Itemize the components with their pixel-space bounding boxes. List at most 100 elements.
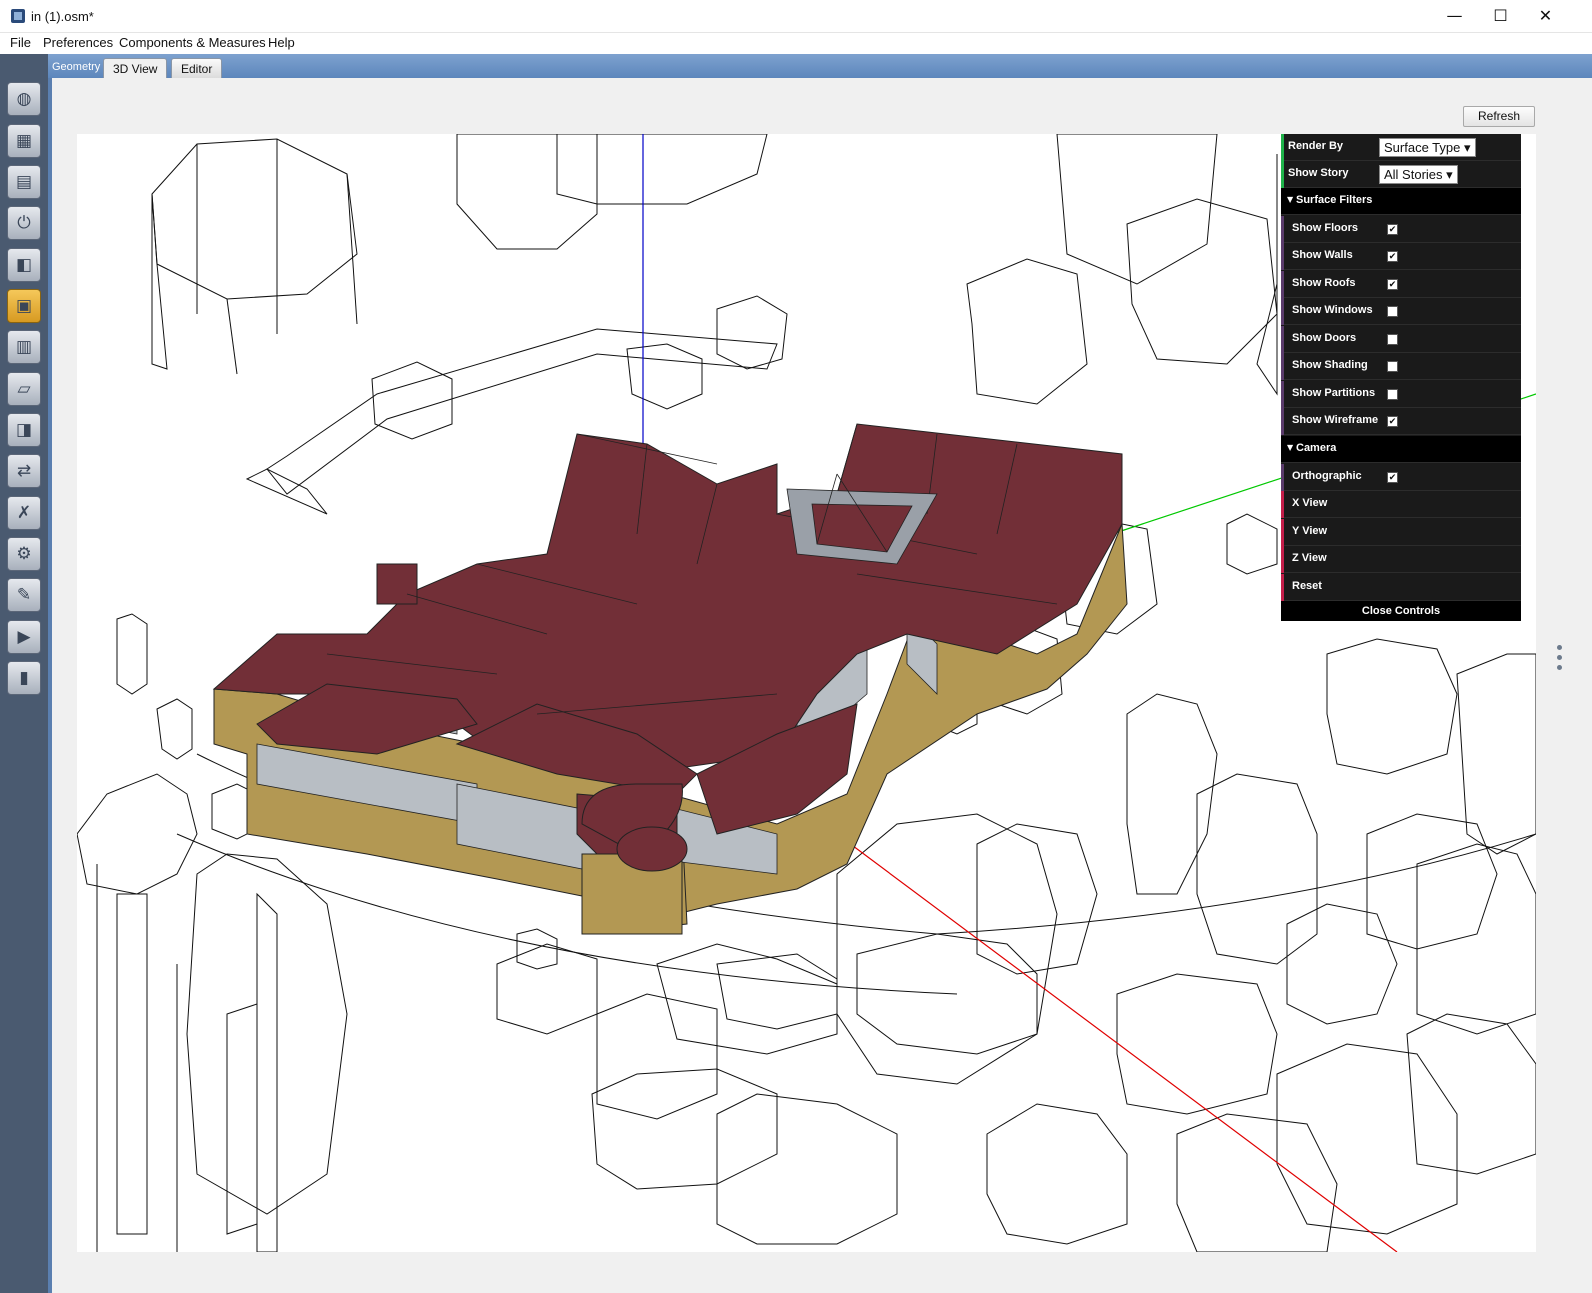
constructions-icon[interactable]: ▤ bbox=[7, 165, 41, 199]
show-story-value: All Stories bbox=[1384, 167, 1443, 182]
maximize-button[interactable]: ☐ bbox=[1478, 0, 1523, 32]
render-by-value: Surface Type bbox=[1384, 140, 1461, 155]
row-accent bbox=[1281, 491, 1284, 518]
left-toolbar: ◍ ▦ ▤ ⏻ ◧ ▣ ▥ ▱ ◨ ⇄ ✗ ⚙ ✎ ▶ ▮ bbox=[0, 54, 48, 1293]
render-by-select[interactable]: Surface Type ▾ bbox=[1379, 138, 1476, 157]
show-doors-checkbox[interactable] bbox=[1387, 334, 1398, 345]
app-window: in (1).osm* — ☐ ✕ File Preferences Compo… bbox=[0, 0, 1592, 1293]
row-accent bbox=[1281, 574, 1284, 601]
surface-filters-folder[interactable]: ▼ Surface Filters bbox=[1281, 188, 1521, 215]
openstudio-app-icon bbox=[11, 9, 25, 23]
space-types-icon[interactable]: ◧ bbox=[7, 248, 41, 282]
caret-down-icon: ▼ bbox=[1287, 195, 1294, 204]
x-view-label: X View bbox=[1292, 497, 1328, 509]
show-story-select[interactable]: All Stories ▾ bbox=[1379, 165, 1458, 184]
reset-label: Reset bbox=[1292, 580, 1322, 592]
orthographic-row[interactable]: Orthographic ✔ bbox=[1281, 464, 1521, 491]
dropdown-arrow-icon: ▾ bbox=[1446, 167, 1453, 182]
z-view-label: Z View bbox=[1292, 552, 1327, 564]
results-icon[interactable]: ▮ bbox=[7, 661, 41, 695]
variables-icon[interactable]: ✗ bbox=[7, 496, 41, 530]
filter-row-roofs[interactable]: Show Roofs ✔ bbox=[1281, 271, 1521, 298]
filter-label: Show Shading bbox=[1292, 359, 1368, 371]
filter-row-floors[interactable]: Show Floors ✔ bbox=[1281, 216, 1521, 243]
x-view-button[interactable]: X View bbox=[1281, 491, 1521, 518]
render-by-row: Render By Surface Type ▾ bbox=[1281, 134, 1521, 161]
z-view-button[interactable]: Z View bbox=[1281, 546, 1521, 573]
surface-filters-title: Surface Filters bbox=[1296, 194, 1373, 206]
title-bar: in (1).osm* — ☐ ✕ bbox=[0, 0, 1592, 33]
tab-strip: Geometry 3D View Editor bbox=[48, 54, 1592, 78]
splitter-handle[interactable] bbox=[1557, 645, 1563, 679]
menu-preferences[interactable]: Preferences bbox=[43, 35, 113, 50]
show-story-row: Show Story All Stories ▾ bbox=[1281, 161, 1521, 188]
filter-label: Show Doors bbox=[1292, 332, 1357, 344]
filter-row-doors[interactable]: Show Doors bbox=[1281, 326, 1521, 353]
camera-folder[interactable]: ▼ Camera bbox=[1281, 436, 1521, 463]
filter-label: Show Roofs bbox=[1292, 277, 1356, 289]
filter-label: Show Partitions bbox=[1292, 387, 1376, 399]
row-accent bbox=[1281, 243, 1284, 270]
show-windows-checkbox[interactable] bbox=[1387, 306, 1398, 317]
row-accent bbox=[1281, 298, 1284, 325]
spaces-icon[interactable]: ▱ bbox=[7, 372, 41, 406]
row-accent bbox=[1281, 464, 1284, 491]
facility-icon[interactable]: ▥ bbox=[7, 330, 41, 364]
row-accent bbox=[1281, 408, 1284, 435]
menu-file[interactable]: File bbox=[10, 35, 31, 50]
menu-components-measures[interactable]: Components & Measures bbox=[119, 35, 266, 50]
filter-row-wireframe[interactable]: Show Wireframe ✔ bbox=[1281, 408, 1521, 435]
show-walls-checkbox[interactable]: ✔ bbox=[1387, 251, 1398, 262]
filter-label: Show Windows bbox=[1292, 304, 1373, 316]
show-roofs-checkbox[interactable]: ✔ bbox=[1387, 279, 1398, 290]
row-accent bbox=[1281, 271, 1284, 298]
y-view-label: Y View bbox=[1292, 525, 1328, 537]
loads-icon[interactable]: ⏻ bbox=[7, 206, 41, 240]
thermal-zones-icon[interactable]: ◨ bbox=[7, 413, 41, 447]
tab-3d-view[interactable]: 3D View bbox=[103, 58, 168, 78]
show-wireframe-checkbox[interactable]: ✔ bbox=[1387, 416, 1398, 427]
filter-label: Show Wireframe bbox=[1292, 414, 1379, 426]
close-controls-button[interactable]: Close Controls bbox=[1281, 601, 1521, 621]
filter-row-windows[interactable]: Show Windows bbox=[1281, 298, 1521, 325]
measures-icon[interactable]: ✎ bbox=[7, 578, 41, 612]
show-partitions-checkbox[interactable] bbox=[1387, 389, 1398, 400]
simulation-settings-icon[interactable]: ⚙ bbox=[7, 537, 41, 571]
caret-down-icon: ▼ bbox=[1287, 443, 1294, 452]
geometry-icon[interactable]: ▣ bbox=[7, 289, 41, 323]
site-icon[interactable]: ◍ bbox=[7, 82, 41, 116]
schedules-icon[interactable]: ▦ bbox=[7, 124, 41, 158]
filter-label: Show Floors bbox=[1292, 222, 1358, 234]
render-controls-panel: Render By Surface Type ▾ Show Story All … bbox=[1281, 134, 1521, 621]
row-accent bbox=[1281, 353, 1284, 380]
row-accent bbox=[1281, 326, 1284, 353]
run-icon[interactable]: ▶ bbox=[7, 620, 41, 654]
orthographic-label: Orthographic bbox=[1292, 470, 1362, 482]
orthographic-checkbox[interactable]: ✔ bbox=[1387, 472, 1398, 483]
refresh-button[interactable]: Refresh bbox=[1463, 106, 1535, 127]
show-shading-checkbox[interactable] bbox=[1387, 361, 1398, 372]
show-floors-checkbox[interactable]: ✔ bbox=[1387, 224, 1398, 235]
row-accent bbox=[1281, 546, 1284, 573]
minimize-button[interactable]: — bbox=[1432, 0, 1477, 32]
filter-row-partitions[interactable]: Show Partitions bbox=[1281, 381, 1521, 408]
y-view-button[interactable]: Y View bbox=[1281, 519, 1521, 546]
dropdown-arrow-icon: ▾ bbox=[1464, 140, 1471, 155]
menu-bar: File Preferences Components & Measures H… bbox=[0, 33, 1592, 54]
section-title: Geometry bbox=[52, 61, 101, 73]
tab-editor[interactable]: Editor bbox=[171, 58, 223, 78]
row-accent bbox=[1281, 381, 1284, 408]
reset-view-button[interactable]: Reset bbox=[1281, 574, 1521, 601]
filter-row-shading[interactable]: Show Shading bbox=[1281, 353, 1521, 380]
row-accent bbox=[1281, 161, 1284, 188]
row-accent bbox=[1281, 134, 1284, 161]
rotunda bbox=[581, 783, 688, 935]
row-accent bbox=[1281, 216, 1284, 243]
filter-row-walls[interactable]: Show Walls ✔ bbox=[1281, 243, 1521, 270]
menu-help[interactable]: Help bbox=[268, 35, 295, 50]
x-axis bbox=[836, 833, 1398, 1252]
camera-title: Camera bbox=[1296, 442, 1337, 454]
hvac-icon[interactable]: ⇄ bbox=[7, 454, 41, 488]
window-title: in (1).osm* bbox=[31, 9, 94, 24]
close-window-button[interactable]: ✕ bbox=[1523, 0, 1568, 32]
